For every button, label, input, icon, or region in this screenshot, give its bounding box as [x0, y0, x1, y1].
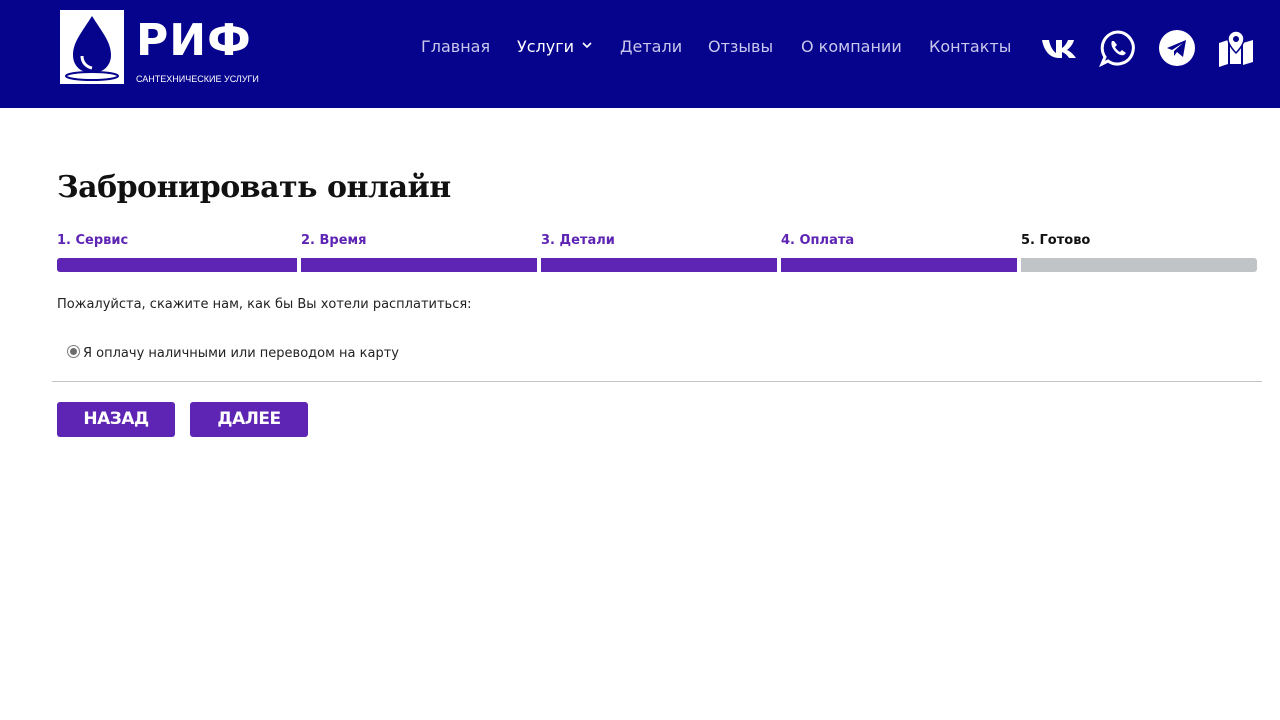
- site-logo[interactable]: РИФ САНТЕХНИЧЕСКИЕ УСЛУГИ: [60, 10, 260, 86]
- payment-prompt: Пожалуйста, скажите нам, как бы Вы хотел…: [57, 297, 472, 312]
- divider: [52, 381, 1262, 382]
- whatsapp-icon[interactable]: [1099, 29, 1137, 67]
- nav-item-reviews[interactable]: Отзывы: [708, 36, 773, 58]
- nav-item-contacts[interactable]: Контакты: [929, 36, 1011, 58]
- step-label-time: 2. Время: [301, 233, 367, 248]
- payment-radio[interactable]: [67, 345, 80, 358]
- step-bar-time: [301, 258, 537, 272]
- nav-item-details[interactable]: Детали: [620, 36, 682, 58]
- nav-item-home[interactable]: Главная: [421, 36, 490, 58]
- step-bar-service: [57, 258, 297, 272]
- back-button[interactable]: НАЗАД: [57, 402, 175, 437]
- water-drop-logo-icon: [60, 10, 124, 84]
- logo-name: РИФ: [136, 15, 252, 66]
- step-label-done: 5. Готово: [1021, 233, 1091, 248]
- step-bar-payment: [781, 258, 1017, 272]
- step-label-service: 1. Сервис: [57, 233, 129, 248]
- next-button[interactable]: ДАЛЕЕ: [190, 402, 308, 437]
- nav-item-about[interactable]: О компании: [801, 36, 902, 58]
- vk-icon[interactable]: [1040, 29, 1078, 67]
- nav-item-services[interactable]: Услуги: [517, 36, 592, 58]
- radio-selected-dot: [70, 348, 77, 355]
- logo-tagline: САНТЕХНИЧЕСКИЕ УСЛУГИ: [136, 74, 259, 84]
- site-header: РИФ САНТЕХНИЧЕСКИЕ УСЛУГИ Главная Услуги…: [0, 0, 1280, 108]
- chevron-down-icon: [582, 42, 592, 49]
- step-label-payment: 4. Оплата: [781, 233, 855, 248]
- payment-option-cash[interactable]: Я оплачу наличными или переводом на карт…: [67, 342, 399, 361]
- map-icon[interactable]: [1217, 29, 1255, 67]
- step-bar-details: [541, 258, 777, 272]
- telegram-icon[interactable]: [1158, 29, 1196, 67]
- payment-option-label[interactable]: Я оплачу наличными или переводом на карт…: [83, 346, 399, 361]
- step-label-details: 3. Детали: [541, 233, 615, 248]
- step-bar-done: [1021, 258, 1257, 272]
- page-title: Забронировать онлайн: [57, 170, 451, 205]
